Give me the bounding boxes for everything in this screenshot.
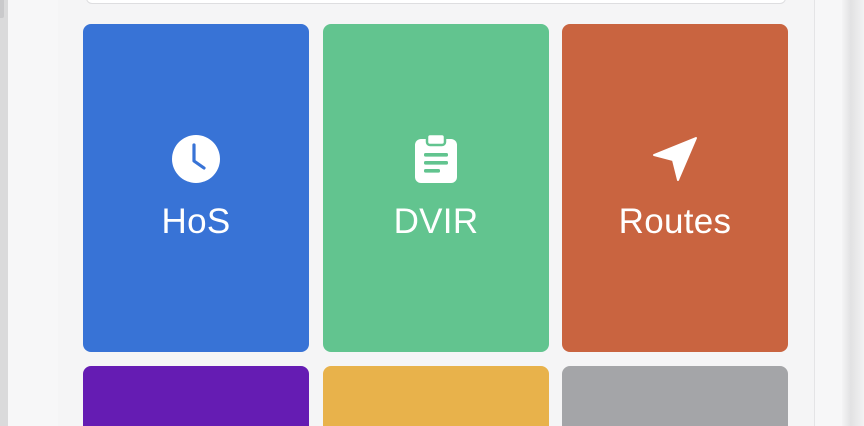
navigation-arrow-icon <box>650 134 700 184</box>
tile-gray[interactable] <box>562 366 788 426</box>
tile-label-routes: Routes <box>618 202 732 241</box>
tile-routes[interactable]: Routes <box>562 24 788 352</box>
tile-label-hos: HoS <box>161 202 231 241</box>
bezel-right <box>814 0 843 426</box>
clock-icon <box>171 134 221 184</box>
device-frame: HoS DVIR Routes <box>0 0 864 426</box>
clipboard-icon <box>411 134 461 184</box>
tile-dvir[interactable]: DVIR <box>323 24 549 352</box>
tile-label-dvir: DVIR <box>393 202 479 241</box>
app-screen: HoS DVIR Routes <box>58 0 814 426</box>
tile-purple[interactable] <box>83 366 309 426</box>
device-button <box>0 0 4 18</box>
tile-hos[interactable]: HoS <box>83 24 309 352</box>
tile-yellow[interactable] <box>323 366 549 426</box>
top-panel-edge <box>86 0 786 4</box>
bezel-left <box>8 0 59 426</box>
device-edge-left <box>0 0 8 426</box>
device-edge-right <box>842 0 864 426</box>
